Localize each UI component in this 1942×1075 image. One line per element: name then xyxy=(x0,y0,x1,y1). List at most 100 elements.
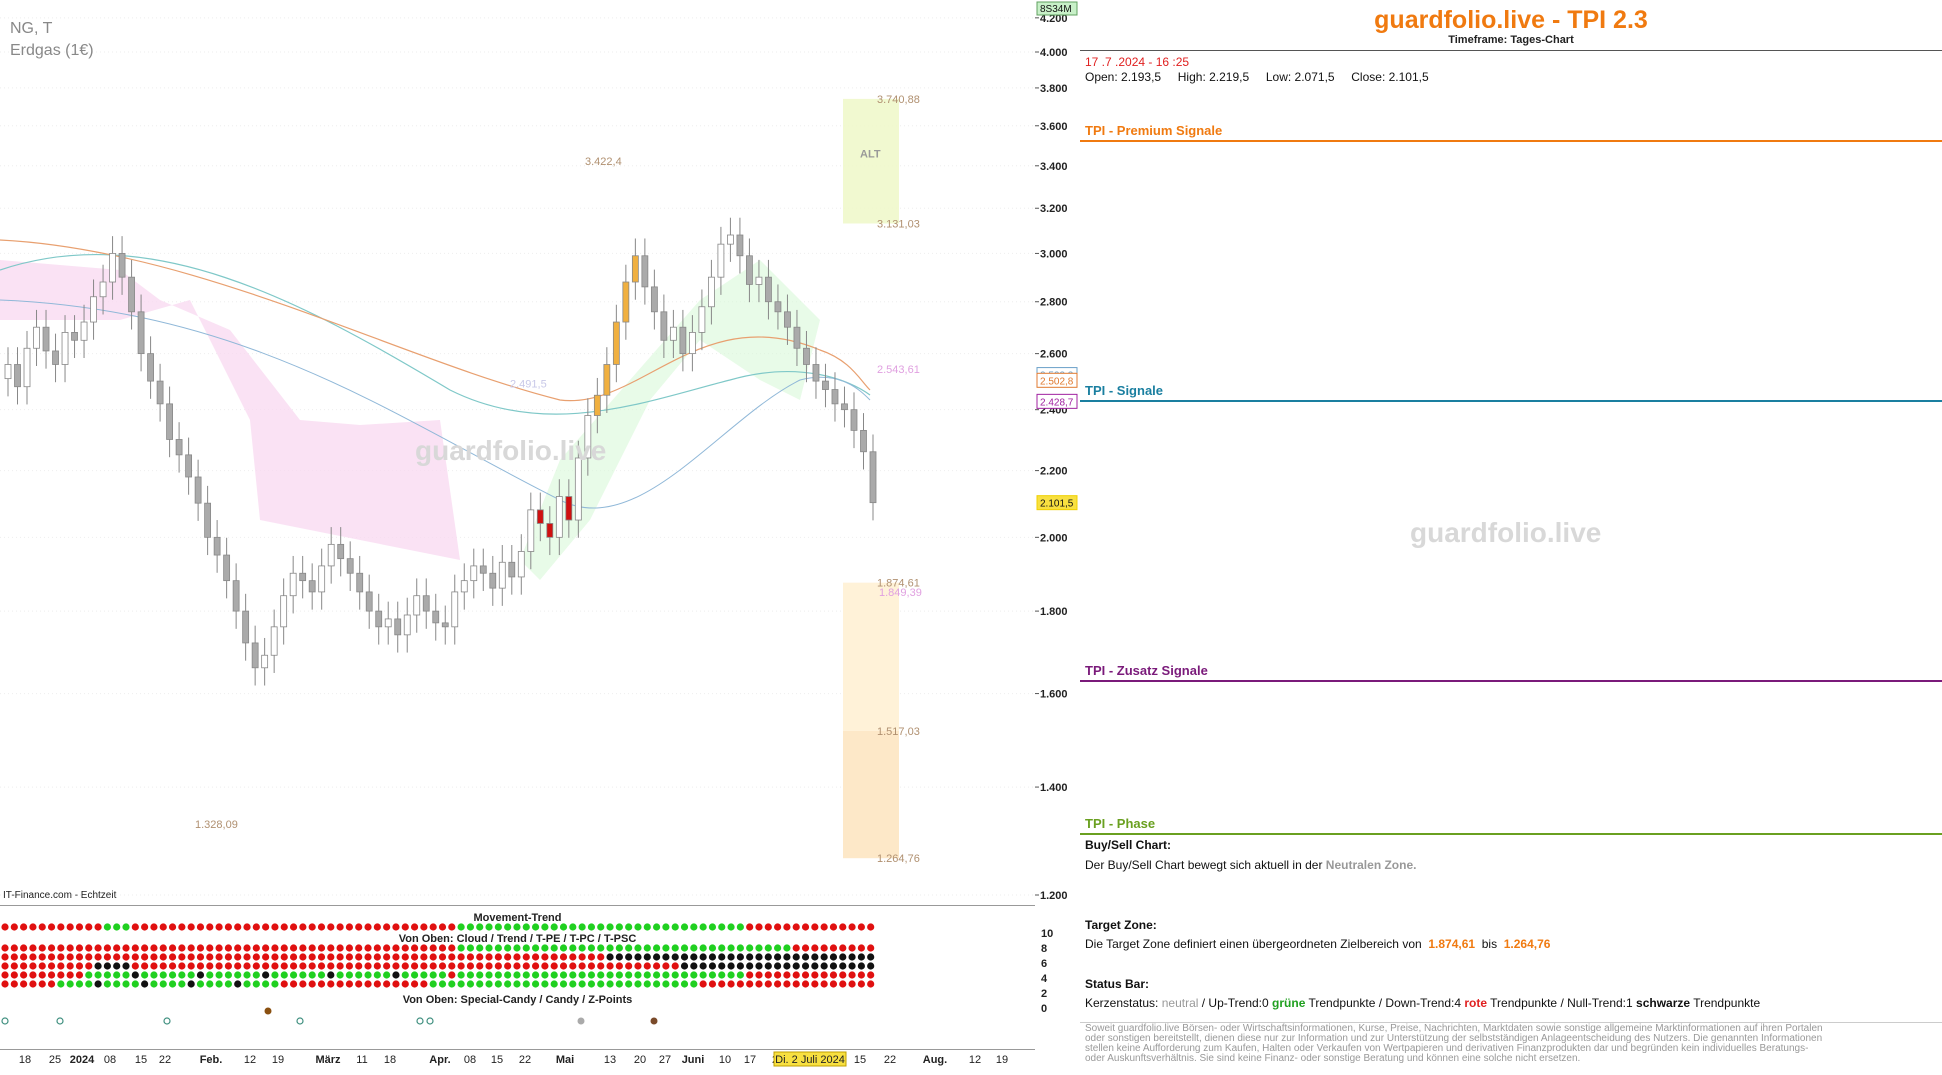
trend-dot xyxy=(690,953,698,961)
trend-dot xyxy=(131,923,139,931)
candle-body xyxy=(784,311,791,328)
movement-trend-title: Movement-Trend xyxy=(473,912,562,924)
trend-dot xyxy=(848,971,856,979)
chart-symbol: NG, T xyxy=(10,20,53,37)
trend-dot xyxy=(448,953,456,961)
trend-dot xyxy=(373,980,381,988)
price-axis[interactable]: 4.200 4.000 3.800 3.600 3.400 3.200 3.000 2.800… xyxy=(1035,0,1081,1069)
trend-dot xyxy=(271,971,279,979)
y-tick-label: 3.200 xyxy=(1040,203,1068,215)
trend-dot xyxy=(75,944,84,952)
trend-dot xyxy=(466,944,475,952)
trend-dot xyxy=(652,944,661,952)
trend-dot xyxy=(587,980,596,988)
status-downtrend: Trendpunkte / Down-Trend:4 xyxy=(1308,996,1462,1010)
trend-dot xyxy=(774,953,782,961)
y-tick-label: 3.800 xyxy=(1040,83,1068,95)
trend-dot xyxy=(839,944,847,952)
trend-dot xyxy=(113,980,121,988)
trend-dot xyxy=(466,980,475,988)
trend-dot xyxy=(327,944,335,952)
trend-dot xyxy=(85,944,93,952)
candle-body xyxy=(669,326,677,341)
trend-dot xyxy=(336,944,344,952)
trend-dot xyxy=(420,944,428,952)
trend-dot xyxy=(57,971,65,979)
trend-dot xyxy=(671,980,679,988)
trend-dot xyxy=(85,962,93,970)
trend-dot xyxy=(829,980,838,988)
candle-body xyxy=(603,364,611,396)
trend-dot xyxy=(364,944,372,952)
trend-dot xyxy=(801,944,810,952)
trend-dot xyxy=(625,923,633,931)
trend-dot xyxy=(839,923,847,931)
trend-dot xyxy=(327,923,335,931)
trend-dot xyxy=(783,953,791,961)
trend-dot xyxy=(336,962,344,970)
target-zone-text: Die Target Zone definiert einen übergeor… xyxy=(1085,937,1550,951)
candle-body xyxy=(308,580,316,593)
trend-dot xyxy=(383,962,391,970)
trend-dot xyxy=(801,953,810,961)
trend-dot xyxy=(727,980,735,988)
trend-dot xyxy=(839,962,847,970)
trend-dot xyxy=(215,944,223,952)
trend-dot xyxy=(66,971,74,979)
trend-dot xyxy=(159,962,167,970)
trend-dot xyxy=(597,944,605,952)
trend-dot xyxy=(243,953,251,961)
candle-body xyxy=(660,311,668,341)
trend-dot xyxy=(206,953,214,961)
trend-dot xyxy=(75,980,84,988)
trend-dot xyxy=(243,923,251,931)
trend-dot xyxy=(383,980,391,988)
candle-body xyxy=(289,572,297,597)
trend-dot xyxy=(168,923,177,931)
candle-body xyxy=(527,509,535,552)
trend-dot xyxy=(587,944,596,952)
trend-dot xyxy=(159,953,167,961)
alt-zone xyxy=(843,98,899,224)
trend-dot xyxy=(699,953,707,961)
trend-dot xyxy=(20,953,28,961)
trend-dot xyxy=(206,980,214,988)
price-tag-label: 2.101,5 xyxy=(1040,499,1074,510)
trend-dot xyxy=(113,962,121,970)
trend-dot xyxy=(857,953,865,961)
trend-dot xyxy=(550,944,558,952)
trend-dot xyxy=(559,980,568,988)
open-label: Open: xyxy=(1085,70,1118,84)
trend-dot xyxy=(541,923,549,931)
trend-dot xyxy=(597,953,605,961)
trend-dot xyxy=(159,980,167,988)
candle-body xyxy=(213,536,221,556)
buysell-title: Buy/Sell Chart: xyxy=(1085,838,1172,852)
trend-dot xyxy=(448,962,456,970)
trend-dot xyxy=(420,980,428,988)
price-chart[interactable]: 3.740,88 3.131,03 3.422,4 2.543,61 2.491,5 1.… xyxy=(0,0,1036,905)
trend-dot xyxy=(792,953,800,961)
candle-body xyxy=(33,326,40,349)
trend-dot xyxy=(485,971,493,979)
trend-dot xyxy=(178,953,186,961)
candle-body xyxy=(650,286,658,313)
trend-dot xyxy=(187,944,195,952)
candle-body xyxy=(318,565,326,593)
trend-dot xyxy=(317,962,326,970)
trend-dot xyxy=(550,962,558,970)
trend-dot xyxy=(671,944,679,952)
trend-dot xyxy=(718,953,726,961)
trend-dot xyxy=(792,923,800,931)
trend-dot xyxy=(587,962,596,970)
candle-body xyxy=(869,451,877,504)
trend-dot xyxy=(66,944,74,952)
trend-dot xyxy=(150,971,158,979)
trend-dot xyxy=(671,962,679,970)
trend-dot xyxy=(141,953,149,961)
trend-dot xyxy=(66,980,74,988)
price-level-label: 2.543,61 xyxy=(877,364,920,376)
candle-body xyxy=(90,296,97,323)
trend-dot xyxy=(150,962,158,970)
trend-dot xyxy=(429,953,437,961)
